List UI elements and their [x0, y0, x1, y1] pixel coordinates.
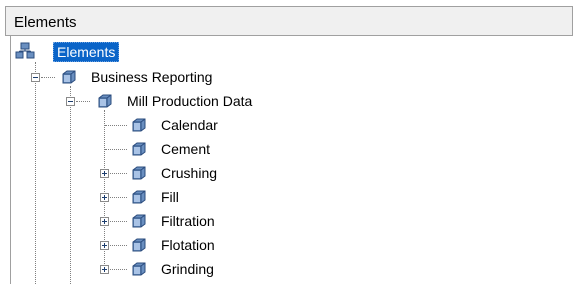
- tree-line: [76, 101, 90, 102]
- elements-root-icon: [15, 42, 35, 59]
- tree-line: [105, 149, 127, 150]
- collapse-toggle[interactable]: [66, 97, 75, 106]
- tree-node-label: Flotation: [161, 237, 215, 253]
- tree-node-label: Cement: [161, 141, 211, 157]
- cube-icon: [98, 94, 112, 108]
- cube-icon: [132, 190, 146, 204]
- cube-icon: [132, 118, 146, 132]
- cube-icon: [62, 70, 76, 84]
- panel-header: Elements: [5, 6, 573, 36]
- tree-node-grinding[interactable]: Grinding: [131, 259, 214, 279]
- tree-node-mill-production-data[interactable]: Mill Production Data: [97, 91, 252, 111]
- tree-node-label: Fill: [161, 189, 179, 205]
- tree-node-label: Filtration: [161, 213, 215, 229]
- cube-icon: [132, 262, 146, 276]
- expand-toggle[interactable]: [100, 241, 109, 250]
- tree-node-label: Calendar: [161, 117, 218, 133]
- tree-node-label: Crushing: [161, 165, 218, 181]
- tree-node-filtration[interactable]: Filtration: [131, 211, 215, 231]
- collapse-toggle[interactable]: [31, 73, 40, 82]
- cube-icon: [132, 238, 146, 252]
- tree-node-label: Business Reporting: [91, 69, 213, 85]
- tree-line: [70, 86, 71, 284]
- panel-title: Elements: [14, 14, 77, 31]
- tree-node-label: Mill Production Data: [127, 93, 253, 109]
- tree-node-business-reporting[interactable]: Business Reporting: [61, 67, 212, 87]
- tree-node-calendar[interactable]: Calendar: [131, 115, 218, 135]
- expand-toggle[interactable]: [100, 265, 109, 274]
- expand-toggle[interactable]: [100, 169, 109, 178]
- tree-line: [110, 197, 127, 198]
- tree-node-label: Elements: [53, 42, 120, 62]
- tree-line: [35, 62, 36, 284]
- tree-line: [110, 245, 127, 246]
- tree-node-root[interactable]: Elements: [15, 42, 120, 62]
- cube-icon: [132, 166, 146, 180]
- expand-toggle[interactable]: [100, 193, 109, 202]
- tree-node-fill[interactable]: Fill: [131, 187, 179, 207]
- tree-node-cement[interactable]: Cement: [131, 139, 210, 159]
- tree-line: [41, 77, 55, 78]
- tree-line: [110, 221, 127, 222]
- element-tree[interactable]: Elements Business Reporting Mill Product…: [10, 36, 574, 284]
- tree-node-crushing[interactable]: Crushing: [131, 163, 217, 183]
- tree-line: [110, 269, 127, 270]
- tree-line: [110, 173, 127, 174]
- expand-toggle[interactable]: [100, 217, 109, 226]
- cube-icon: [132, 142, 146, 156]
- elements-panel: Elements Elements Business Reporting Mil…: [0, 0, 579, 284]
- tree-line: [105, 125, 127, 126]
- cube-icon: [132, 214, 146, 228]
- tree-node-label: Grinding: [161, 261, 214, 277]
- tree-node-flotation[interactable]: Flotation: [131, 235, 215, 255]
